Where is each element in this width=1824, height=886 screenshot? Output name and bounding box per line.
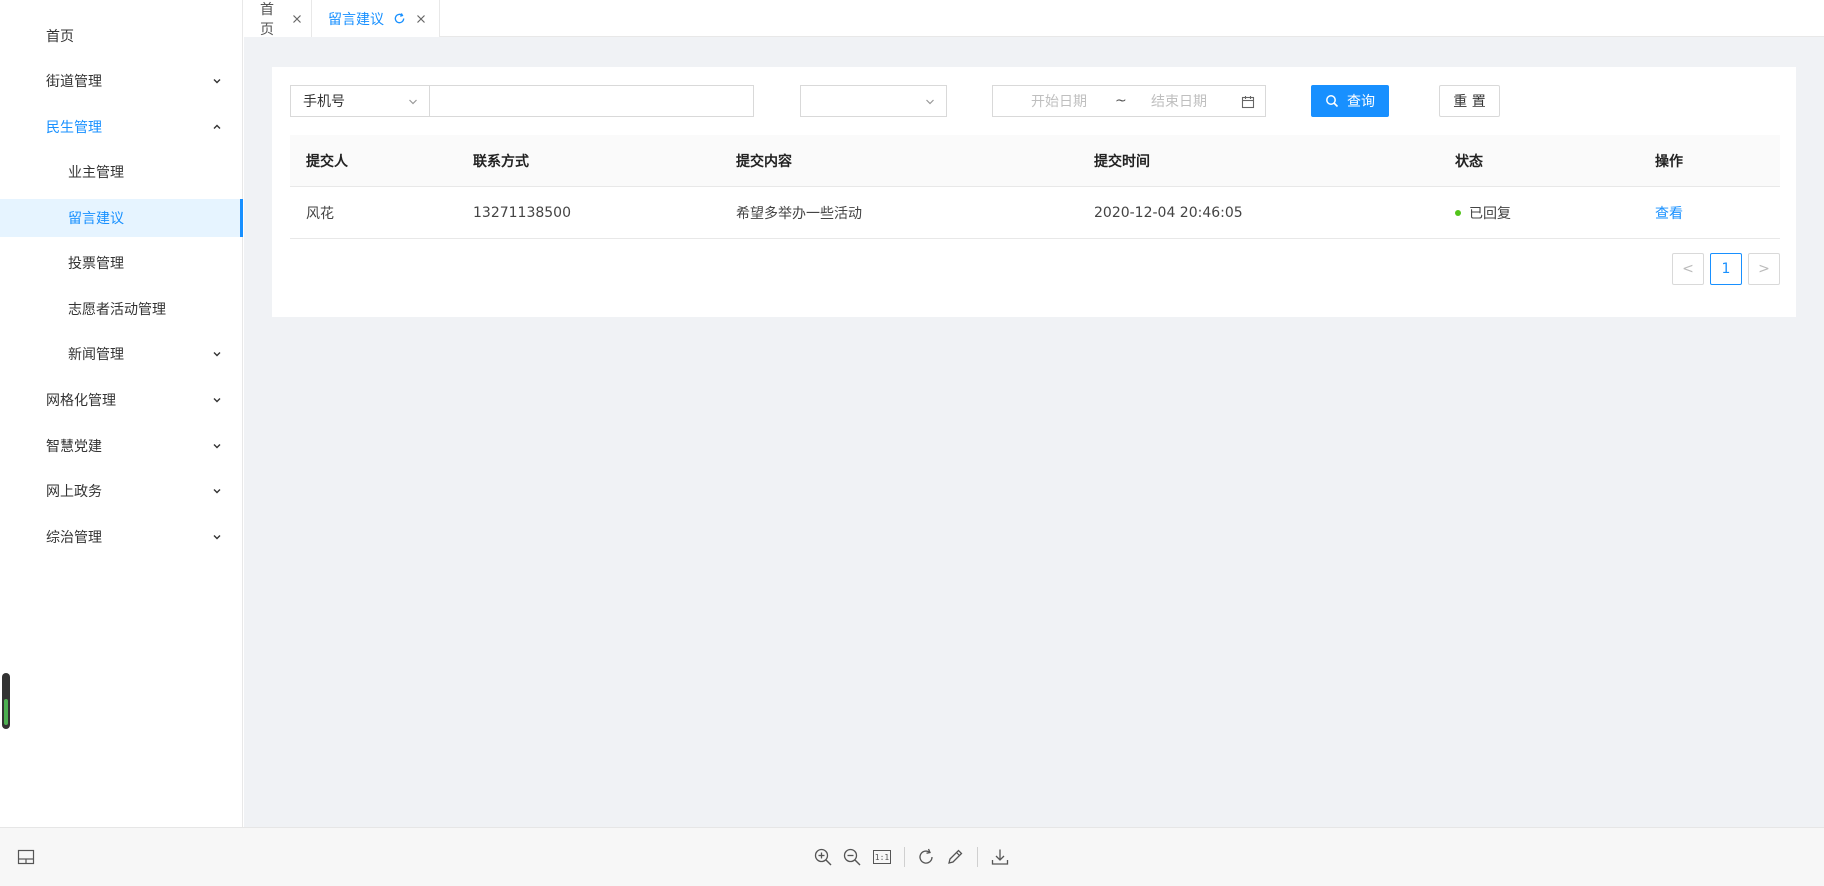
reset-button-label: 重 置 — [1453, 94, 1486, 110]
column-header-action: 操作 — [1655, 154, 1683, 170]
image-viewer-toolbar: 1:1 — [0, 827, 1824, 886]
sidebar-item-label: 新闻管理 — [68, 347, 124, 363]
query-button-label: 查询 — [1347, 94, 1375, 110]
page-number: 1 — [1721, 261, 1731, 277]
sidebar-item-smart-party-building[interactable]: 智慧党建 — [0, 427, 243, 465]
sidebar-item-volunteer-activity-management[interactable]: 志愿者活动管理 — [0, 290, 243, 328]
select-value: 手机号 — [303, 94, 345, 110]
cell-contact: 13271138500 — [473, 205, 571, 221]
status-dot-icon — [1455, 210, 1461, 216]
column-header-contact: 联系方式 — [473, 154, 529, 170]
page-number-button[interactable]: 1 — [1710, 253, 1742, 285]
sidebar-item-livelihood-management[interactable]: 民生管理 — [0, 108, 243, 146]
calendar-icon — [1241, 95, 1255, 109]
status-text: 已回复 — [1469, 206, 1511, 222]
search-field-select[interactable]: 手机号 — [290, 85, 430, 117]
close-icon[interactable] — [291, 12, 303, 26]
cell-content: 希望多举办一些活动 — [736, 206, 862, 222]
search-icon — [1325, 94, 1339, 108]
sidebar-item-online-government[interactable]: 网上政务 — [0, 472, 243, 510]
query-button[interactable]: 查询 — [1311, 85, 1389, 117]
sidebar-item-news-management[interactable]: 新闻管理 — [0, 335, 243, 373]
chevron-down-icon — [924, 96, 936, 108]
sidebar-item-grid-management[interactable]: 网格化管理 — [0, 381, 243, 419]
main-content: 手机号 开始日期 ~ 结束日期 查询 重 置 提交人 联系方式 提交内容 提交时… — [244, 37, 1824, 827]
sidebar-item-label: 民生管理 — [46, 120, 102, 136]
sidebar-item-label: 智慧党建 — [46, 439, 102, 455]
chevron-down-icon — [211, 394, 223, 406]
sidebar-item-label: 综治管理 — [46, 530, 102, 546]
sidebar-item-owner-management[interactable]: 业主管理 — [0, 153, 243, 191]
sidebar-item-messages-suggestions[interactable]: 留言建议 — [0, 199, 243, 237]
sidebar-item-label: 业主管理 — [68, 165, 124, 181]
sidebar-item-vote-management[interactable]: 投票管理 — [0, 244, 243, 282]
chevron-down-icon — [211, 485, 223, 497]
prev-page-button[interactable]: < — [1672, 253, 1704, 285]
sidebar-item-label: 留言建议 — [68, 211, 124, 227]
actual-size-label: 1:1 — [873, 850, 891, 864]
tab-label: 首页 — [260, 1, 274, 38]
zoom-in-icon[interactable] — [811, 845, 835, 869]
sidebar-item-comprehensive-management[interactable]: 综治管理 — [0, 518, 243, 556]
filter-bar: 手机号 开始日期 ~ 结束日期 查询 重 置 — [290, 85, 1780, 117]
chevron-down-icon — [211, 531, 223, 543]
chevron-down-icon — [211, 75, 223, 87]
chevron-down-icon — [407, 96, 419, 108]
download-icon[interactable] — [988, 845, 1012, 869]
cell-time: 2020-12-04 20:46:05 — [1094, 205, 1243, 221]
date-separator: ~ — [1115, 93, 1127, 109]
rotate-icon[interactable] — [914, 845, 938, 869]
date-start-input[interactable]: 开始日期 — [1031, 91, 1087, 111]
close-icon[interactable] — [414, 12, 428, 26]
sidebar-item-label: 投票管理 — [68, 256, 124, 272]
chevron-down-icon — [211, 440, 223, 452]
actual-size-icon[interactable]: 1:1 — [870, 845, 894, 869]
zoom-out-icon[interactable] — [840, 845, 864, 869]
chevron-left-icon: < — [1682, 261, 1694, 277]
column-header-content: 提交内容 — [736, 154, 792, 170]
scrollbar-indicator — [4, 699, 8, 725]
sidebar-item-home[interactable]: 首页 — [0, 17, 243, 55]
date-end-input[interactable]: 结束日期 — [1151, 91, 1207, 111]
search-input[interactable] — [429, 85, 754, 117]
table-header: 提交人 联系方式 提交内容 提交时间 状态 操作 — [290, 135, 1780, 187]
sidebar-item-label: 志愿者活动管理 — [68, 302, 166, 318]
tab-bar: 首页 留言建议 — [244, 0, 1824, 38]
pagination: < 1 > — [1672, 253, 1780, 285]
column-header-submitter: 提交人 — [306, 154, 348, 170]
sidebar-item-label: 网上政务 — [46, 484, 102, 500]
toolbar-divider — [904, 847, 905, 867]
panel-toggle-icon[interactable] — [14, 845, 38, 869]
tab-label: 留言建议 — [328, 11, 384, 28]
tab-home[interactable]: 首页 — [244, 0, 312, 38]
sidebar-item-label: 街道管理 — [46, 74, 102, 90]
column-header-status: 状态 — [1455, 154, 1483, 170]
sidebar-item-label: 首页 — [46, 29, 74, 45]
edit-pen-icon[interactable] — [943, 845, 967, 869]
messages-table: 提交人 联系方式 提交内容 提交时间 状态 操作 风花 13271138500 … — [290, 135, 1780, 239]
chevron-right-icon: > — [1758, 261, 1770, 277]
tab-messages-suggestions[interactable]: 留言建议 — [312, 0, 440, 37]
chevron-down-icon — [211, 348, 223, 360]
sidebar-item-label: 网格化管理 — [46, 393, 116, 409]
table-row: 风花 13271138500 希望多举办一些活动 2020-12-04 20:4… — [290, 187, 1780, 239]
view-link[interactable]: 查看 — [1655, 187, 1683, 239]
cell-status: 已回复 — [1455, 187, 1511, 239]
scrollbar-thumb[interactable] — [2, 673, 10, 729]
next-page-button[interactable]: > — [1748, 253, 1780, 285]
sidebar-item-street-management[interactable]: 街道管理 — [0, 62, 243, 100]
status-select[interactable] — [800, 85, 947, 117]
refresh-icon[interactable] — [392, 12, 406, 26]
toolbar-divider — [977, 847, 978, 867]
reset-button[interactable]: 重 置 — [1439, 85, 1500, 117]
cell-submitter: 风花 — [306, 206, 334, 222]
sidebar: 首页 街道管理 民生管理 业主管理 留言建议 投票管理 志愿者活动管理 新闻管理… — [0, 0, 243, 827]
column-header-time: 提交时间 — [1094, 154, 1150, 170]
content-card: 手机号 开始日期 ~ 结束日期 查询 重 置 提交人 联系方式 提交内容 提交时… — [272, 67, 1796, 317]
chevron-up-icon — [211, 121, 223, 133]
date-range-picker[interactable]: 开始日期 ~ 结束日期 — [992, 85, 1266, 117]
